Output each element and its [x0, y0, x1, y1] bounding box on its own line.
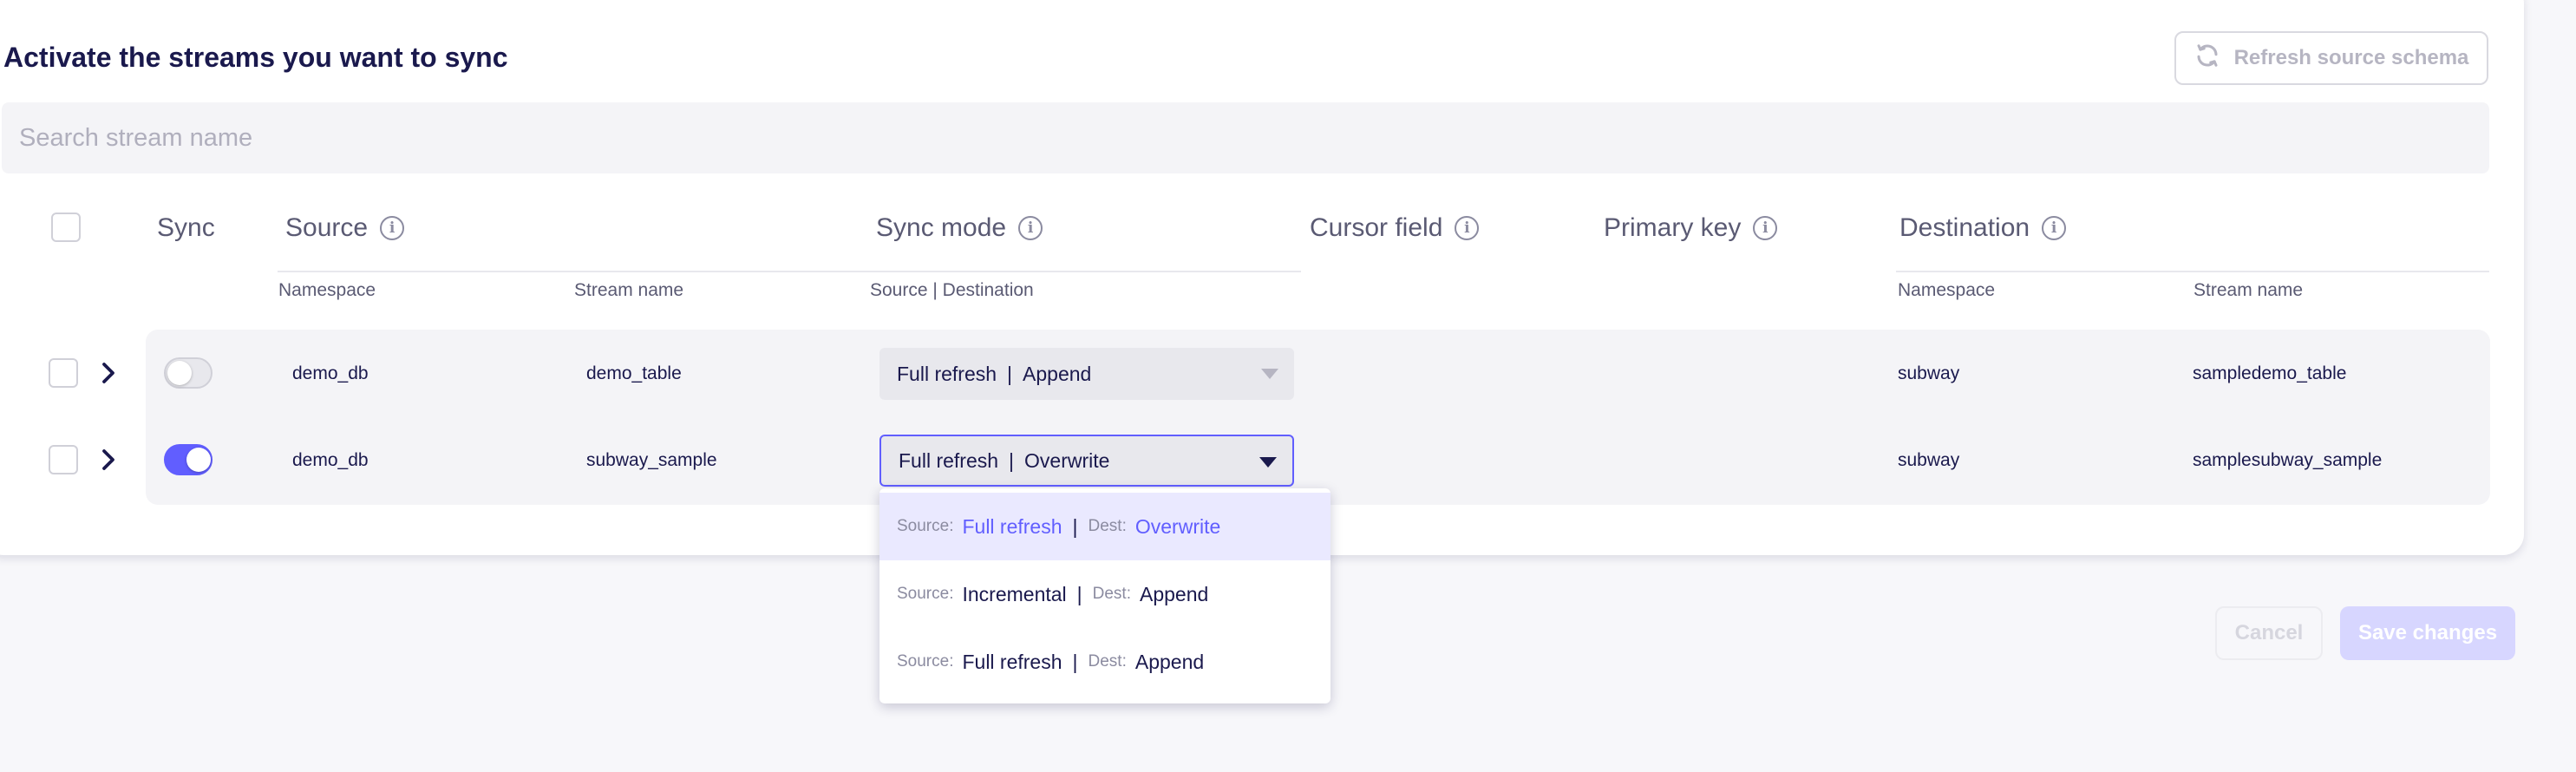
info-icon[interactable]: i [1753, 216, 1778, 240]
sync-mode-menu: Source: Full refresh | Dest: Overwrite S… [879, 488, 1330, 703]
subheader-sync-mode: Source | Destination [870, 280, 1034, 300]
sync-source-mode: Full refresh [897, 362, 997, 385]
column-header-sync-label: Sync [157, 213, 215, 242]
column-header-destination-label: Destination [1899, 213, 2030, 242]
option-dest-mode: Append [1140, 582, 1209, 605]
divider [1896, 271, 2489, 272]
caret-down-icon [1259, 457, 1277, 468]
chevron-right-icon[interactable] [95, 447, 121, 473]
info-icon[interactable]: i [380, 216, 405, 240]
column-header-cursor-field-label: Cursor field [1310, 213, 1443, 242]
subheader-dest-namespace: Namespace [1898, 280, 1996, 300]
select-all-checkbox[interactable] [51, 213, 81, 242]
option-dest-label: Dest: [1092, 585, 1131, 603]
chevron-right-icon[interactable] [95, 360, 121, 386]
stream-name: subway_sample [586, 450, 717, 470]
subheader-dest-stream-name: Stream name [2194, 280, 2304, 300]
option-source-label: Source: [897, 517, 954, 535]
dest-namespace: subway [1898, 363, 1960, 383]
sync-dest-mode: Append [1023, 362, 1092, 385]
column-header-destination: Destination i [1899, 213, 2067, 243]
sync-source-mode: Full refresh [899, 448, 999, 472]
dest-namespace: subway [1898, 450, 1960, 470]
sync-mode-dropdown[interactable]: Full refresh | Overwrite [879, 435, 1294, 487]
column-header-primary-key-label: Primary key [1604, 213, 1742, 242]
row-checkbox[interactable] [49, 358, 78, 388]
refresh-button-label: Refresh source schema [2233, 46, 2469, 69]
cancel-button[interactable]: Cancel [2215, 606, 2323, 660]
search-input[interactable] [19, 123, 2472, 153]
stream-rows-container [146, 330, 2490, 505]
column-header-sync-mode-label: Sync mode [876, 213, 1007, 242]
row-checkbox[interactable] [49, 445, 78, 474]
sync-toggle[interactable] [164, 444, 212, 475]
option-source-label: Source: [897, 585, 954, 603]
info-icon[interactable]: i [1018, 216, 1043, 240]
option-dest-mode: Overwrite [1134, 514, 1221, 538]
source-namespace: demo_db [292, 363, 369, 383]
sync-toggle[interactable] [164, 357, 212, 389]
separator: | [1009, 448, 1015, 472]
option-source-label: Source: [897, 652, 954, 671]
subheader-source-stream-name: Stream name [574, 280, 684, 300]
option-source-mode: Full refresh [962, 650, 1062, 673]
save-changes-button[interactable]: Save changes [2340, 606, 2515, 660]
dest-stream-name: sampledemo_table [2193, 363, 2347, 383]
subheader-source-namespace: Namespace [278, 280, 376, 300]
dest-stream-name: samplesubway_sample [2193, 450, 2383, 470]
option-dest-label: Dest: [1088, 652, 1127, 671]
option-dest-mode: Append [1134, 650, 1205, 673]
info-icon[interactable]: i [2042, 216, 2067, 240]
separator: | [1007, 362, 1013, 385]
column-header-source-label: Source [285, 213, 369, 242]
column-header-cursor-field: Cursor field i [1310, 213, 1480, 243]
column-header-source: Source i [285, 213, 405, 243]
option-source-mode: Full refresh [962, 514, 1062, 538]
separator: | [1072, 650, 1078, 673]
sync-mode-option[interactable]: Source: Full refresh | Dest: Append [879, 628, 1330, 696]
page-title: Activate the streams you want to sync [3, 42, 508, 73]
info-icon[interactable]: i [1455, 216, 1480, 240]
caret-down-icon [1261, 369, 1278, 379]
refresh-source-schema-button[interactable]: Refresh source schema [2174, 31, 2488, 85]
option-dest-label: Dest: [1088, 517, 1127, 535]
refresh-icon [2194, 43, 2220, 75]
divider [278, 271, 1301, 272]
column-header-primary-key: Primary key i [1604, 213, 1778, 243]
separator: | [1072, 514, 1078, 538]
option-source-mode: Incremental [962, 582, 1067, 605]
sync-dest-mode: Overwrite [1024, 448, 1110, 472]
column-header-sync-mode: Sync mode i [876, 213, 1043, 243]
sync-mode-option[interactable]: Source: Incremental | Dest: Append [879, 560, 1330, 628]
source-namespace: demo_db [292, 450, 369, 470]
sync-mode-dropdown[interactable]: Full refresh | Append [879, 348, 1294, 400]
search-bar [2, 102, 2489, 173]
column-header-sync: Sync [157, 213, 215, 243]
separator: | [1076, 582, 1082, 605]
sync-mode-option[interactable]: Source: Full refresh | Dest: Overwrite [879, 493, 1330, 560]
stream-name: demo_table [586, 363, 682, 383]
